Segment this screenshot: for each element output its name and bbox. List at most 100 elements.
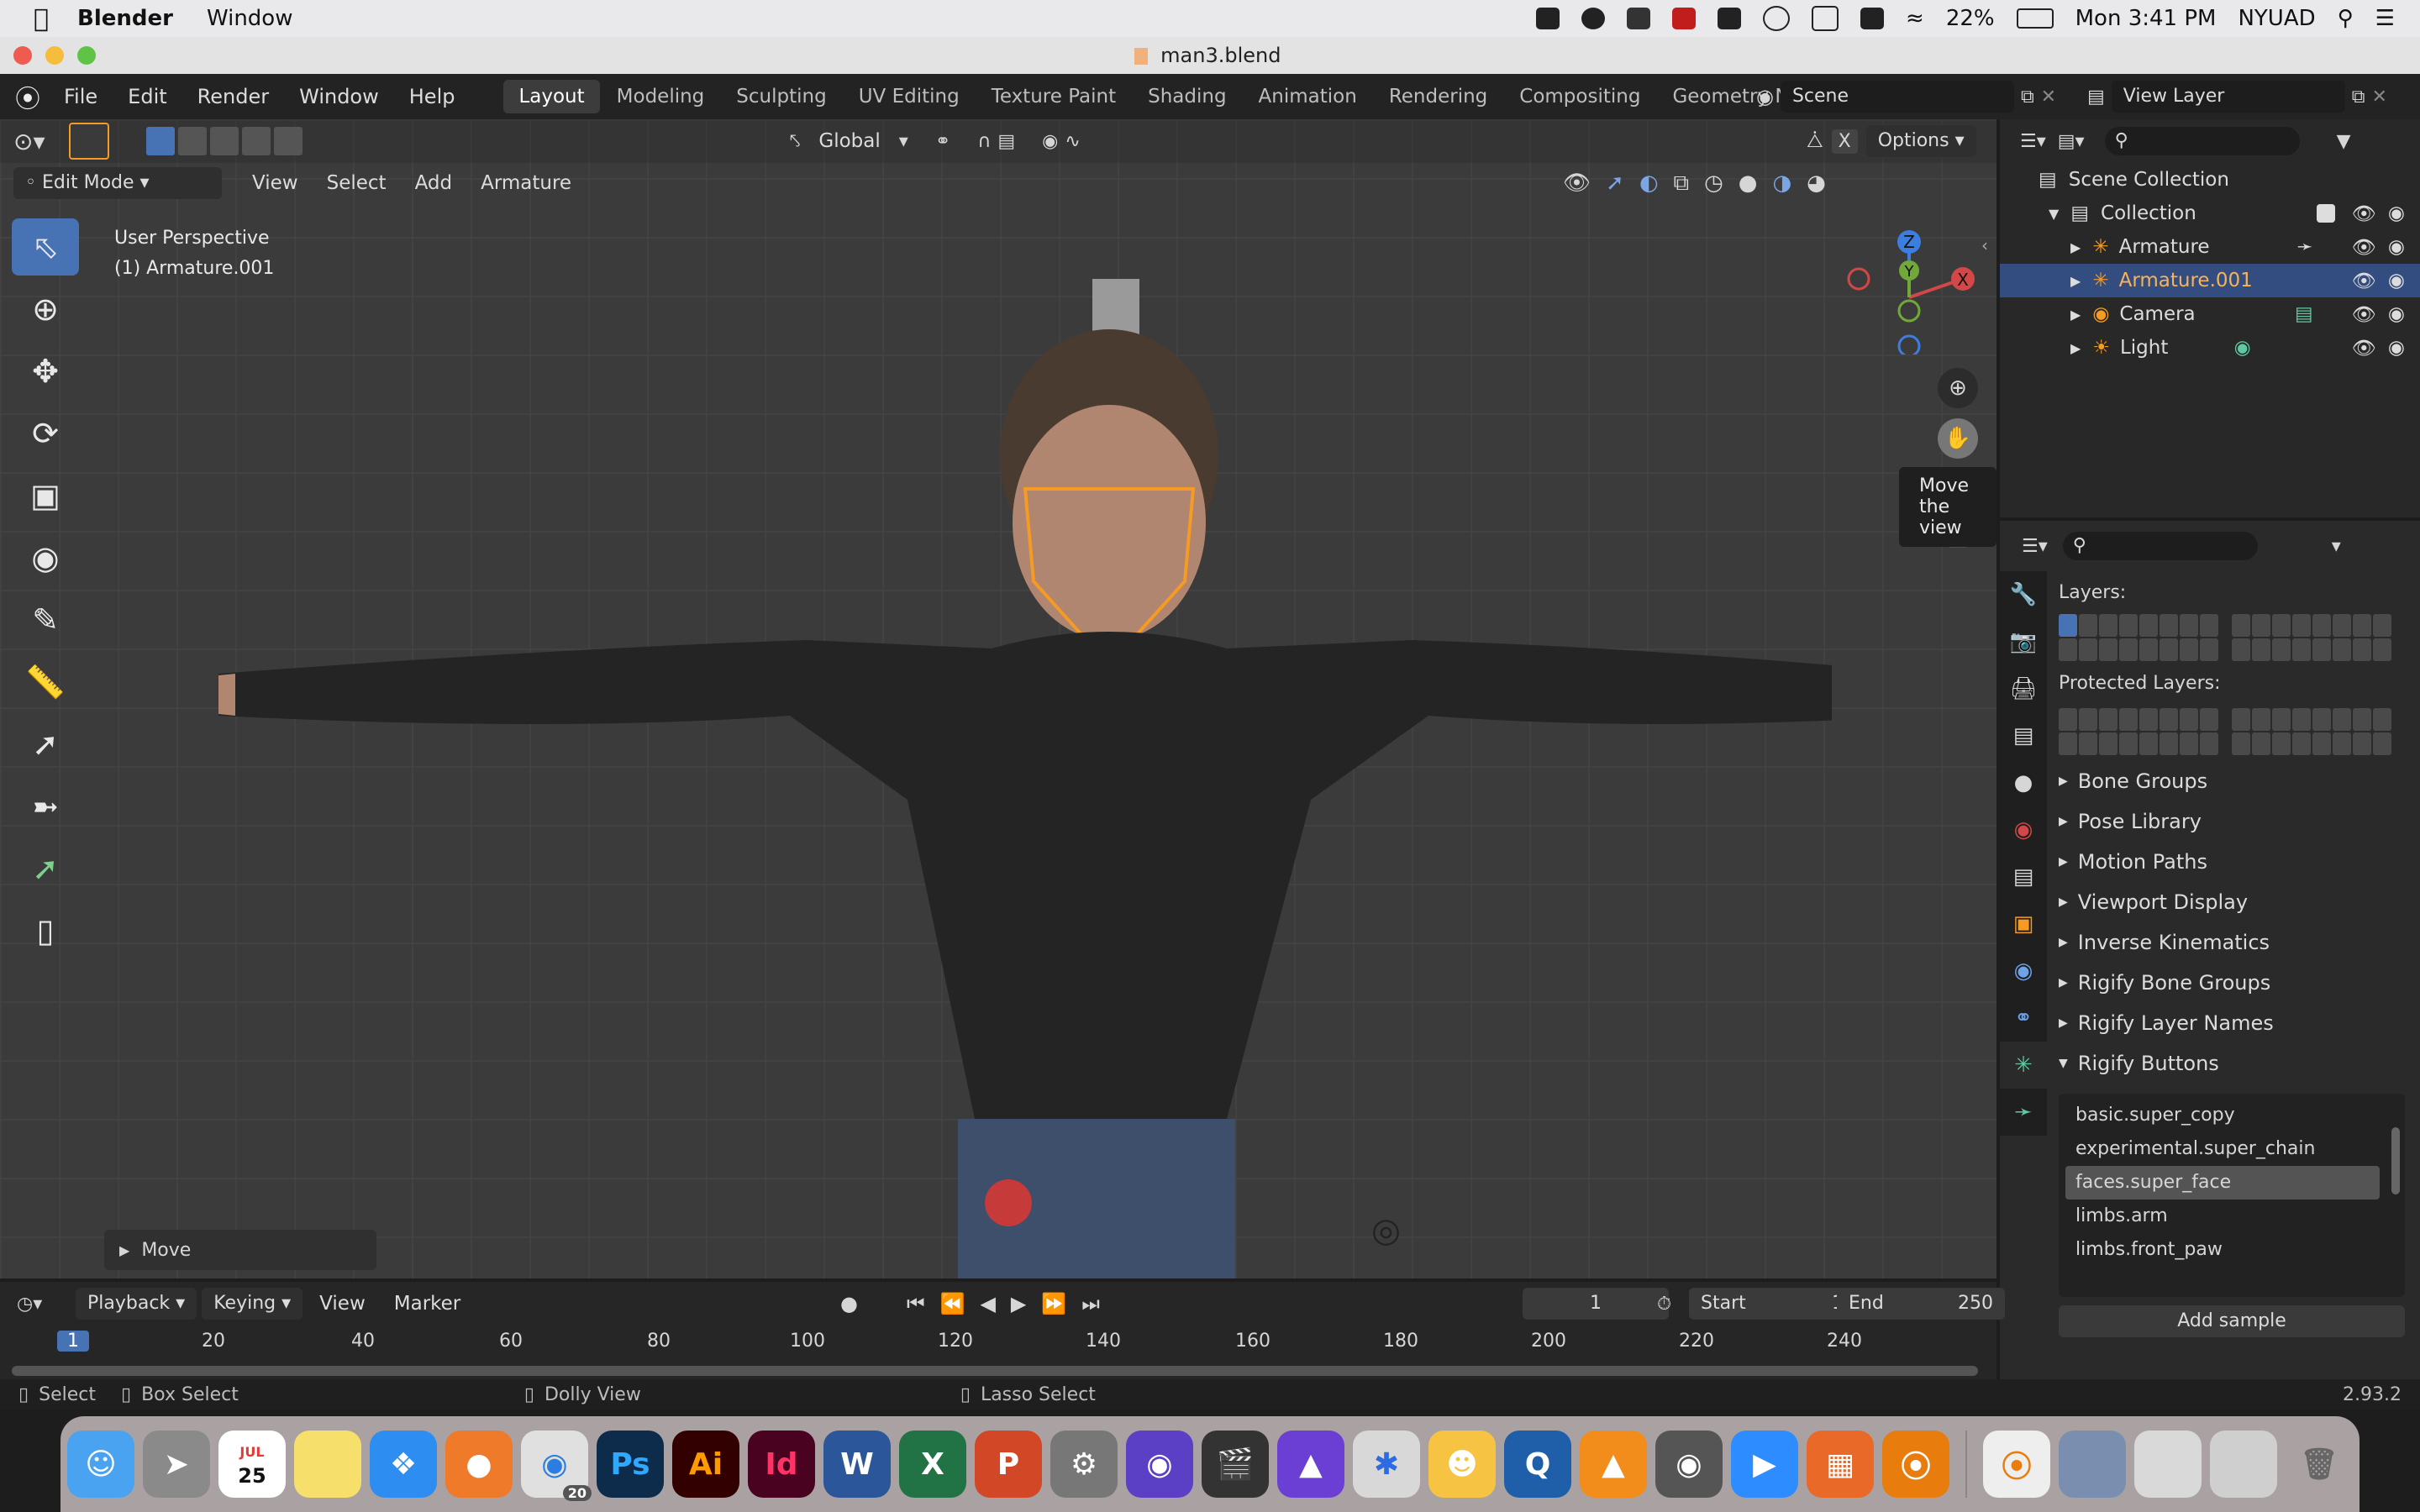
tab-shading[interactable]: Shading [1133, 80, 1241, 113]
panel-pose-library[interactable]: ▶ Pose Library [2059, 801, 2405, 842]
timeline-menu-view[interactable]: View [308, 1288, 377, 1320]
timeline-editor-icon[interactable]: ◷▾ [17, 1294, 71, 1315]
end-frame-field[interactable]: End 250 [1837, 1288, 2005, 1320]
menu-edit[interactable]: Edit [113, 85, 182, 108]
exclude-checkbox[interactable] [2316, 204, 2335, 223]
delete-scene-icon[interactable]: ✕ [2041, 87, 2056, 108]
firefox-icon[interactable]: ● [445, 1431, 513, 1498]
menu-render[interactable]: Render [182, 85, 284, 108]
panel-rigify-buttons[interactable]: ▼ Rigify Buttons [2059, 1043, 2405, 1084]
zoom-window-button[interactable] [77, 46, 96, 65]
render-camera-icon[interactable]: ◉ [2388, 236, 2405, 258]
downloads-stack-icon[interactable] [2210, 1431, 2277, 1498]
shading-rendered-icon[interactable]: ◕ [1807, 171, 1826, 196]
facetime-icon[interactable] [1536, 8, 1560, 29]
adobe-status-icon[interactable] [1672, 8, 1697, 29]
apple-icon[interactable]:  [34, 4, 49, 34]
bone-size-tool[interactable]: ➚ [12, 840, 79, 897]
affinity-icon[interactable]: ▲ [1277, 1431, 1344, 1498]
outliner-row-armature[interactable]: ▶ ✳ Armature ➛ 👁 ◉ [2000, 230, 2420, 264]
calendar-icon[interactable]: JUL 25 [218, 1431, 286, 1498]
prev-keyframe-icon[interactable]: ⏪ [940, 1292, 965, 1315]
viewport-menu-view[interactable]: View [240, 167, 310, 199]
illustrator-icon[interactable]: Ai [672, 1431, 739, 1498]
new-view-layer-icon[interactable]: ⧉ [2352, 87, 2365, 108]
select-extend-icon[interactable] [178, 127, 207, 155]
camera-data-icon[interactable]: ▤ [2295, 303, 2313, 325]
blender-logo-icon[interactable]: ⦿ [15, 78, 40, 115]
word-icon[interactable]: W [823, 1431, 891, 1498]
transform-orientation-icon[interactable]: ⤣ [790, 131, 800, 152]
sample-item-selected[interactable]: faces.super_face [2065, 1166, 2380, 1200]
display-mode-icon[interactable]: ▤▾ [2058, 131, 2085, 152]
outliner-editor-icon[interactable]: ☰▾ [2020, 131, 2046, 152]
mirror-icon[interactable]: ⧊ [1807, 131, 1823, 152]
overlay-icon[interactable]: ◐ [1639, 171, 1659, 196]
visibility-eye-icon[interactable]: 👁 [2352, 337, 2376, 360]
bluetooth-icon[interactable]: ✱ [1353, 1431, 1420, 1498]
scale-tool[interactable]: ▣ [12, 467, 79, 524]
tab-compositing[interactable]: Compositing [1504, 80, 1655, 113]
measure-tool[interactable]: 📏 [12, 654, 79, 711]
bone-data-icon[interactable]: ➛ [2296, 236, 2312, 258]
bone-envelope-tool[interactable]: ▯ [12, 902, 79, 959]
gizmo-neg-y[interactable] [1897, 299, 1921, 323]
editor-type-icon[interactable]: ⊙▾ [13, 128, 60, 155]
extrude-tool[interactable]: ➚ [12, 716, 79, 773]
menu-file[interactable]: File [49, 85, 113, 108]
spotlight-icon[interactable]: ⚲ [2338, 6, 2354, 31]
new-scene-icon[interactable]: ⧉ [2021, 87, 2034, 108]
sample-list-scrollbar[interactable] [2391, 1127, 2400, 1194]
play-reverse-icon[interactable]: ◀ [980, 1292, 995, 1315]
object-tab-icon[interactable]: ▣ [2000, 900, 2047, 948]
blend-file-dock-icon[interactable]: ⦿ [1983, 1431, 2050, 1498]
search-status-icon[interactable] [1581, 8, 1606, 29]
falloff-icon[interactable]: ∿ [1065, 131, 1080, 152]
scene-tab-icon[interactable]: ● [2000, 759, 2047, 806]
photo-thumbnail-icon[interactable] [2059, 1431, 2126, 1498]
output-tab-icon[interactable]: 🖨 [2000, 665, 2047, 712]
select-invert-icon[interactable] [242, 127, 271, 155]
last-operator-panel[interactable]: ▶ Move [104, 1230, 376, 1270]
zoom-view-icon[interactable]: ⊕ [1938, 368, 1978, 408]
scene-name-field[interactable]: Scene [1780, 81, 2014, 113]
visibility-eye-icon[interactable]: 👁 [2352, 236, 2376, 259]
sample-item[interactable]: experimental.super_chain [2065, 1132, 2380, 1166]
move-tool[interactable]: ✥ [12, 343, 79, 400]
tab-animation[interactable]: Animation [1244, 80, 1372, 113]
delete-view-layer-icon[interactable]: ✕ [2372, 87, 2387, 108]
timeline-scrollbar[interactable] [12, 1366, 1978, 1376]
accessibility-icon[interactable] [1763, 6, 1791, 31]
menubar-clock[interactable]: Mon 3:41 PM [2075, 6, 2217, 31]
chrome-icon[interactable]: ◉ 20 [521, 1431, 592, 1501]
panel-viewport-display[interactable]: ▶ Viewport Display [2059, 882, 2405, 922]
panel-rigify-layer-names[interactable]: ▶ Rigify Layer Names [2059, 1003, 2405, 1043]
jump-end-icon[interactable]: ⏭ [1081, 1292, 1100, 1315]
keying-dropdown[interactable]: Keying ▾ [202, 1288, 303, 1320]
constraints-tab-icon[interactable]: ⚭ [2000, 995, 2047, 1042]
outliner-search-input[interactable]: ⚲ [2104, 127, 2300, 155]
tab-layout[interactable]: Layout [503, 80, 600, 113]
world-tab-icon[interactable]: ◉ [2000, 806, 2047, 853]
expand-arrow-icon[interactable]: ▶ [2070, 273, 2081, 289]
expand-collection-icon[interactable]: ▼ [2049, 206, 2059, 222]
viewport-menu-armature[interactable]: Armature [469, 167, 583, 199]
expand-arrow-icon[interactable]: ▶ [2070, 340, 2081, 356]
menubar-user[interactable]: NYUAD [2238, 6, 2315, 31]
visibility-icon[interactable]: 👁 [1563, 171, 1591, 196]
render-camera-icon[interactable]: ◉ [2388, 202, 2405, 224]
start-frame-field[interactable]: Start1 [1689, 1288, 1855, 1320]
notes-icon[interactable] [294, 1431, 361, 1498]
3d-viewport[interactable]: ⊙▾ ⤣ Global ▾ ⚭ ∩ ▤ ◉ ∿ ⧊ X Options ▾ ◦ … [0, 119, 1996, 1278]
creature-status-icon[interactable] [1718, 8, 1742, 29]
playback-dropdown[interactable]: Playback ▾ [76, 1288, 197, 1320]
trash-icon[interactable]: 🗑 [2286, 1431, 2353, 1498]
excel-icon[interactable]: X [899, 1431, 966, 1498]
panel-rigify-bone-groups[interactable]: ▶ Rigify Bone Groups [2059, 963, 2405, 1003]
tool-tab-icon[interactable]: 🔧 [2000, 571, 2047, 618]
viewport-menu-select[interactable]: Select [315, 167, 398, 199]
visibility-eye-icon[interactable]: 👁 [2352, 303, 2376, 326]
hand-pan-icon[interactable]: ✋ [1938, 418, 1978, 459]
character-model[interactable] [218, 279, 1832, 1278]
properties-search-input[interactable]: ⚲ [2062, 532, 2258, 560]
